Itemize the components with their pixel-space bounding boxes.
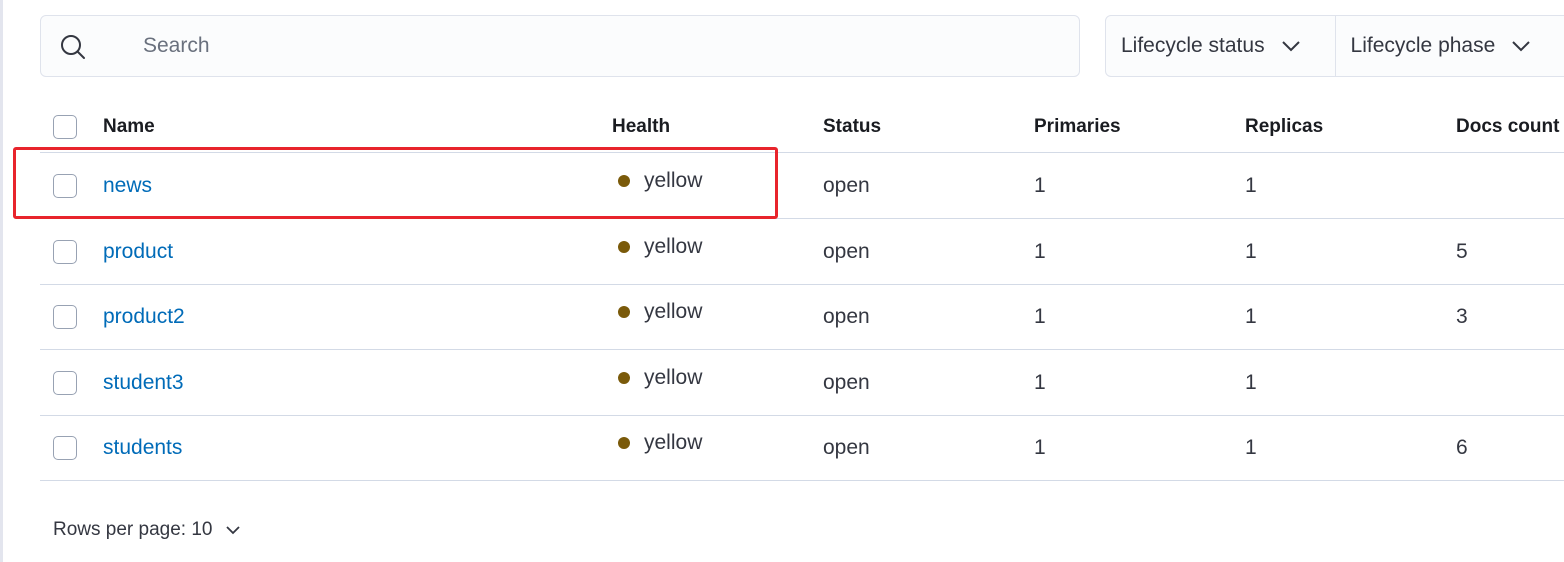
health-dot-icon bbox=[618, 306, 630, 318]
lifecycle-phase-label: Lifecycle phase bbox=[1350, 34, 1496, 57]
table-row: student3 yellow open 1 1 bbox=[40, 350, 1564, 416]
health-cell: yellow bbox=[612, 169, 702, 193]
table-row: news yellow open 1 1 bbox=[40, 153, 1564, 219]
health-cell: yellow bbox=[612, 366, 702, 390]
primaries-cell: 1 bbox=[1034, 240, 1046, 263]
status-cell: open bbox=[823, 371, 870, 394]
column-header-name[interactable]: Name bbox=[103, 116, 155, 138]
row-checkbox[interactable] bbox=[53, 240, 77, 264]
row-checkbox[interactable] bbox=[53, 305, 77, 329]
status-cell: open bbox=[823, 174, 870, 197]
status-cell: open bbox=[823, 436, 870, 459]
index-management-page: Lifecycle status Lifecycle phase Name He… bbox=[0, 0, 1564, 562]
health-dot-icon bbox=[618, 175, 630, 187]
index-name-link[interactable]: news bbox=[103, 174, 152, 198]
row-checkbox[interactable] bbox=[53, 174, 77, 198]
lifecycle-phase-filter[interactable]: Lifecycle phase bbox=[1336, 16, 1564, 76]
filter-group: Lifecycle status Lifecycle phase bbox=[1105, 15, 1564, 77]
replicas-cell: 1 bbox=[1245, 305, 1257, 328]
search-icon bbox=[61, 35, 85, 59]
row-checkbox[interactable] bbox=[53, 436, 77, 460]
table-row: students yellow open 1 1 6 bbox=[40, 415, 1564, 481]
health-dot-icon bbox=[618, 437, 630, 449]
primaries-cell: 1 bbox=[1034, 371, 1046, 394]
search-bar[interactable] bbox=[40, 15, 1080, 77]
column-header-docs-count[interactable]: Docs count bbox=[1456, 116, 1559, 138]
health-label: yellow bbox=[644, 300, 703, 323]
health-cell: yellow bbox=[612, 300, 702, 324]
status-cell: open bbox=[823, 305, 870, 328]
chevron-down-icon bbox=[1281, 41, 1300, 52]
primaries-cell: 1 bbox=[1034, 436, 1046, 459]
replicas-cell: 1 bbox=[1245, 240, 1257, 263]
index-name-link[interactable]: students bbox=[103, 436, 182, 460]
health-label: yellow bbox=[644, 366, 703, 389]
lifecycle-status-filter[interactable]: Lifecycle status bbox=[1106, 16, 1336, 76]
table-row: product yellow open 1 1 5 bbox=[40, 219, 1564, 285]
row-checkbox[interactable] bbox=[53, 371, 77, 395]
health-label: yellow bbox=[644, 235, 703, 258]
chevron-down-icon bbox=[225, 526, 240, 535]
health-dot-icon bbox=[618, 372, 630, 384]
index-name-link[interactable]: product bbox=[103, 240, 173, 264]
primaries-cell: 1 bbox=[1034, 174, 1046, 197]
docs-count-cell: 6 bbox=[1456, 436, 1468, 459]
column-header-health[interactable]: Health bbox=[612, 116, 670, 138]
docs-count-cell: 5 bbox=[1456, 240, 1468, 263]
status-cell: open bbox=[823, 240, 870, 263]
replicas-cell: 1 bbox=[1245, 174, 1257, 197]
rows-per-page-label: Rows per page: 10 bbox=[53, 519, 213, 540]
primaries-cell: 1 bbox=[1034, 305, 1046, 328]
index-name-link[interactable]: student3 bbox=[103, 371, 184, 395]
health-label: yellow bbox=[644, 431, 703, 454]
column-header-status[interactable]: Status bbox=[823, 116, 881, 138]
column-header-primaries[interactable]: Primaries bbox=[1034, 116, 1121, 138]
replicas-cell: 1 bbox=[1245, 436, 1257, 459]
select-all-checkbox[interactable] bbox=[53, 115, 77, 139]
rows-per-page-selector[interactable]: Rows per page: 10 bbox=[53, 519, 241, 541]
table-header: Name Health Status Primaries Replicas Do… bbox=[40, 100, 1564, 153]
search-input[interactable] bbox=[143, 32, 1043, 60]
docs-count-cell: 3 bbox=[1456, 305, 1468, 328]
chevron-down-icon bbox=[1512, 41, 1531, 52]
left-border bbox=[0, 0, 3, 562]
health-cell: yellow bbox=[612, 431, 702, 455]
table-row: product2 yellow open 1 1 3 bbox=[40, 284, 1564, 350]
column-header-replicas[interactable]: Replicas bbox=[1245, 116, 1323, 138]
health-cell: yellow bbox=[612, 235, 702, 259]
replicas-cell: 1 bbox=[1245, 371, 1257, 394]
index-name-link[interactable]: product2 bbox=[103, 305, 185, 329]
health-dot-icon bbox=[618, 241, 630, 253]
lifecycle-status-label: Lifecycle status bbox=[1121, 34, 1265, 57]
health-label: yellow bbox=[644, 169, 703, 192]
